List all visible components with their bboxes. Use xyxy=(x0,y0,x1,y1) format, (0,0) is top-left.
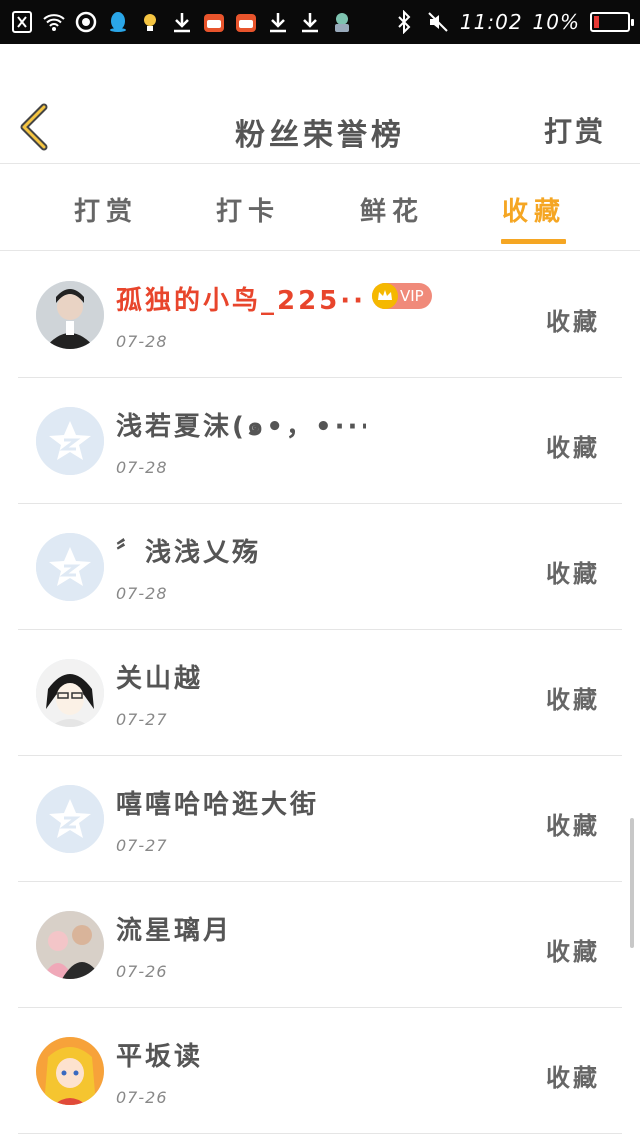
mute-icon xyxy=(426,10,450,34)
avatar[interactable] xyxy=(36,911,104,979)
active-tab-indicator xyxy=(501,239,566,244)
user-name[interactable]: 孤独的小鸟_225··· xyxy=(116,280,366,317)
item-date: 07-26 xyxy=(116,962,168,981)
tab-bar: 打赏 打卡 鲜花 收藏 xyxy=(0,165,640,251)
avatar[interactable] xyxy=(36,281,104,349)
item-action: 收藏 xyxy=(546,812,600,840)
avatar[interactable] xyxy=(36,407,104,475)
list-item[interactable]: 流星璃月 07-26 收藏 xyxy=(18,882,622,1008)
user-name[interactable]: 〞浅浅乂殇 xyxy=(116,532,261,569)
vip-badge: VIP xyxy=(372,283,432,309)
notification-icons xyxy=(10,6,354,38)
circle-icon xyxy=(74,10,98,34)
user-name[interactable]: 流星璃月 xyxy=(116,910,232,947)
page-header: 粉丝荣誉榜 打赏 xyxy=(0,44,640,164)
avatar[interactable] xyxy=(36,1037,104,1105)
item-action: 收藏 xyxy=(546,1064,600,1092)
download-icon xyxy=(170,10,194,34)
item-action: 收藏 xyxy=(546,308,600,336)
list-item[interactable]: 关山越 07-27 收藏 xyxy=(18,630,622,756)
tab-checkin[interactable]: 打卡 xyxy=(208,191,288,228)
user-name[interactable]: 浅若夏沫(๑•，•··· xyxy=(116,406,366,447)
item-action: 收藏 xyxy=(546,938,600,966)
user-name[interactable]: 平坂读 xyxy=(116,1036,203,1073)
item-action: 收藏 xyxy=(546,686,600,714)
battery-icon xyxy=(590,12,634,32)
avatar[interactable] xyxy=(36,533,104,601)
system-status: 11:02 10% xyxy=(392,6,634,38)
vip-label: VIP xyxy=(400,287,424,305)
tab-reward[interactable]: 打赏 xyxy=(66,191,146,228)
item-date: 07-28 xyxy=(116,584,168,603)
app-icon xyxy=(234,10,258,34)
bluetooth-icon xyxy=(392,10,416,34)
list-item[interactable]: 〞浅浅乂殇 07-28 收藏 xyxy=(18,504,622,630)
default-avatar-icon xyxy=(36,785,104,853)
scrollbar[interactable] xyxy=(630,818,634,948)
qq-icon xyxy=(106,10,130,34)
item-date: 07-27 xyxy=(116,710,168,729)
clock: 11:02 xyxy=(459,10,523,34)
list-item[interactable]: 平坂读 07-26 收藏 xyxy=(18,1008,622,1134)
status-bar: 11:02 10% xyxy=(0,0,640,44)
download-icon xyxy=(266,10,290,34)
default-avatar-icon xyxy=(36,407,104,475)
bulb-icon xyxy=(138,10,162,34)
item-date: 07-28 xyxy=(116,332,168,351)
item-date: 07-28 xyxy=(116,458,168,477)
list-item[interactable]: 孤独的小鸟_225··· VIP 07-28 收藏 xyxy=(18,252,622,378)
list-item[interactable]: 嘻嘻哈哈逛大街 07-27 收藏 xyxy=(18,756,622,882)
wifi-icon xyxy=(42,10,66,34)
app-icon xyxy=(202,10,226,34)
item-action: 收藏 xyxy=(546,434,600,462)
item-date: 07-26 xyxy=(116,1088,168,1107)
game-icon xyxy=(330,10,354,34)
tab-favorites[interactable]: 收藏 xyxy=(494,191,574,228)
reward-button[interactable]: 打赏 xyxy=(544,110,606,150)
tab-flowers[interactable]: 鲜花 xyxy=(352,191,432,228)
close-box-icon xyxy=(10,10,34,34)
list-item[interactable]: 浅若夏沫(๑•，•··· 07-28 收藏 xyxy=(18,378,622,504)
download-icon xyxy=(298,10,322,34)
avatar[interactable] xyxy=(36,659,104,727)
crown-icon xyxy=(372,283,398,309)
default-avatar-icon xyxy=(36,533,104,601)
user-name[interactable]: 嘻嘻哈哈逛大街 xyxy=(116,784,319,821)
avatar[interactable] xyxy=(36,785,104,853)
user-name[interactable]: 关山越 xyxy=(116,658,203,695)
item-action: 收藏 xyxy=(546,560,600,588)
battery-percent: 10% xyxy=(532,10,580,34)
item-date: 07-27 xyxy=(116,836,168,855)
